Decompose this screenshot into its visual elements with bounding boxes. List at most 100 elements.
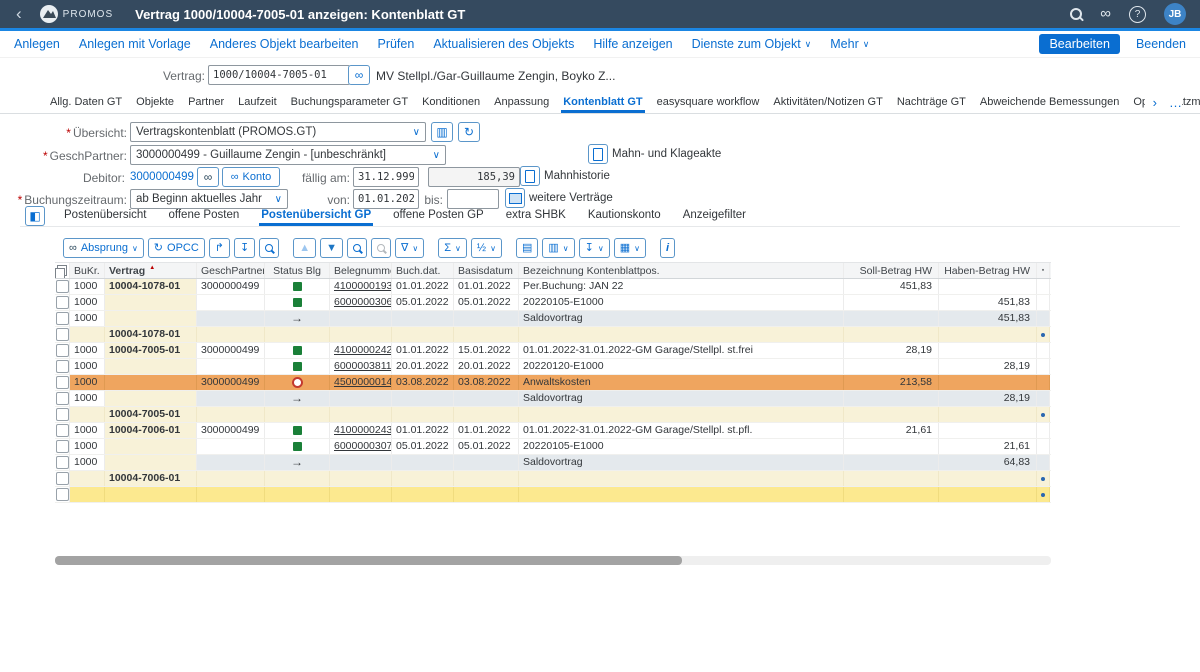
document-number-link[interactable]: 6000000307 [334,440,392,453]
mahn-klageakte-button[interactable] [588,144,608,164]
back-icon[interactable]: ‹ [16,1,22,27]
row-checkbox[interactable] [56,440,69,453]
mahnhistorie-button[interactable] [520,166,540,186]
select-all-icon[interactable] [57,265,67,276]
subtab-extra-shbk[interactable]: extra SHBK [504,209,568,226]
menu-anderes-objekt-bearbeiten[interactable]: Anderes Objekt bearbeiten [210,37,359,51]
column-header[interactable]: GeschPartner [197,263,265,278]
tab-konditionen[interactable]: Konditionen [420,96,482,113]
display-document-button[interactable]: ↱ [209,238,230,258]
tab-partner[interactable]: Partner [186,96,226,113]
row-checkbox[interactable] [56,376,69,389]
refresh-button[interactable]: ↻ [458,122,480,142]
row-checkbox[interactable] [56,312,69,325]
binoculars-icon[interactable]: ∞ [1100,7,1111,21]
menu-hilfe-anzeigen[interactable]: Hilfe anzeigen [593,37,672,51]
subtotal-button[interactable]: ½ ∨ [471,238,502,258]
konto-anzeige-button[interactable]: ▥ [431,122,453,142]
subtab-postenuebersicht[interactable]: Postenübersicht [62,209,148,226]
document-number-link[interactable]: 4100000243 [334,424,392,437]
horizontal-scrollbar[interactable] [55,556,1051,565]
tab-abweichende-bemessungen[interactable]: Abweichende Bemessungen [978,96,1121,113]
document-number-link[interactable]: 6000000306 [334,296,392,309]
column-header[interactable]: Haben-Betrag HW [939,263,1037,278]
geschpartner-select[interactable]: 3000000499 - Guillaume Zengin - [unbesch… [130,145,446,165]
row-checkbox[interactable] [56,408,69,421]
tab-laufzeit[interactable]: Laufzeit [236,96,279,113]
debitor-link[interactable]: 3000000499 [130,171,194,183]
column-header[interactable]: Soll-Betrag HW [844,263,939,278]
tab-aktivitaeten-notizen-gt[interactable]: Aktivitäten/Notizen GT [771,96,884,113]
menu-pruefen[interactable]: Prüfen [377,37,414,51]
subtab-kautionskonto[interactable]: Kautionskonto [586,209,663,226]
avatar[interactable]: JB [1164,3,1186,25]
tab-allg-daten-gt[interactable]: Allg. Daten GT [48,96,124,113]
menu-dienste-zum-objekt[interactable]: Dienste zum Objekt ∨ [692,37,812,51]
info-button[interactable]: i [660,238,675,258]
vertrag-input[interactable] [208,65,350,85]
sort-descending-button[interactable]: ▼ [320,238,343,258]
tab-anpassung[interactable]: Anpassung [492,96,551,113]
faellig-am-label: fällig am: [270,171,350,185]
menu-mehr[interactable]: Mehr ∨ [830,37,869,51]
bearbeiten-button[interactable]: Bearbeiten [1039,34,1119,54]
find-button[interactable] [347,238,367,258]
document-number-link[interactable]: 4100000242 [334,344,392,357]
row-checkbox[interactable] [56,472,69,485]
scrollbar-thumb[interactable] [55,556,682,565]
row-checkbox[interactable] [56,280,69,293]
document-number-link[interactable]: 4500000014 [334,376,392,389]
subtab-anzeigefilter[interactable]: Anzeigefilter [681,209,748,226]
column-header[interactable]: Status Blg [265,263,330,278]
tab-buchungsparameter-gt[interactable]: Buchungsparameter GT [289,96,410,113]
row-checkbox[interactable] [56,424,69,437]
menu-anlegen[interactable]: Anlegen [14,37,60,51]
uebersicht-select[interactable]: Vertragskontenblatt (PROMOS.GT) ∨ [130,122,426,142]
promos-logo[interactable]: PROMOS [40,5,113,23]
layout-button[interactable]: ▦ ∨ [614,238,646,258]
faellig-am-input[interactable] [353,167,419,187]
views-button[interactable]: ▥ ∨ [542,238,574,258]
tab-easysquare-workflow[interactable]: easysquare workflow [655,96,762,113]
menu-anlegen-mit-vorlage[interactable]: Anlegen mit Vorlage [79,37,191,51]
row-checkbox[interactable] [56,344,69,357]
tab-nachtraege-gt[interactable]: Nachträge GT [895,96,968,113]
column-header[interactable]: Bezeichnung Kontenblattpos. [519,263,844,278]
help-icon[interactable]: ? [1129,6,1146,23]
filter-button[interactable]: ∇ ∨ [395,238,424,258]
row-checkbox[interactable] [56,328,69,341]
tab-objekte[interactable]: Objekte [134,96,176,113]
absprung-button[interactable]: ∞ Absprung ∨ [63,238,144,258]
download-document-button[interactable]: ↧ [234,238,255,258]
subtab-postenuebersicht-gp[interactable]: Postenübersicht GP [259,209,373,226]
vertrag-search-button[interactable]: ∞ [348,65,370,85]
tab-kontenblatt-gt[interactable]: Kontenblatt GT [561,96,644,113]
subtab-offene-posten[interactable]: offene Posten [166,209,241,226]
tab-overflow-icon[interactable]: … [1169,95,1182,110]
sort-ascending-button[interactable]: ▲ [293,238,316,258]
menu-aktualisieren[interactable]: Aktualisieren des Objekts [433,37,574,51]
row-checkbox[interactable] [56,392,69,405]
row-checkbox[interactable] [56,488,69,501]
klaerungsfall-button[interactable]: ∞ [197,167,219,187]
find-next-button[interactable] [371,238,391,258]
document-number-link[interactable]: 4100000193 [334,280,392,293]
document-number-link[interactable]: 6000003811 [334,360,392,373]
details-button[interactable] [259,238,279,258]
column-header[interactable]: Buch.dat. [392,263,454,278]
export-button[interactable]: ↧ ∨ [579,238,610,258]
column-header[interactable]: Vertrag▲ [105,263,197,278]
column-header[interactable]: BuKr. [70,263,105,278]
row-checkbox[interactable] [56,296,69,309]
row-checkbox[interactable] [56,456,69,469]
search-icon[interactable] [1070,8,1082,20]
subtab-offene-posten-gp[interactable]: offene Posten GP [391,209,486,226]
column-header[interactable]: Basisdatum [454,263,519,278]
print-button[interactable]: ▤ [516,238,538,258]
beenden-button[interactable]: Beenden [1136,37,1186,51]
opcc-button[interactable]: ↻ OPCC [148,238,205,258]
tab-scroll-right-icon[interactable]: › [1153,95,1157,110]
row-checkbox[interactable] [56,360,69,373]
sum-button[interactable]: Σ ∨ [438,238,467,258]
column-header[interactable]: Belegnummer [330,263,392,278]
